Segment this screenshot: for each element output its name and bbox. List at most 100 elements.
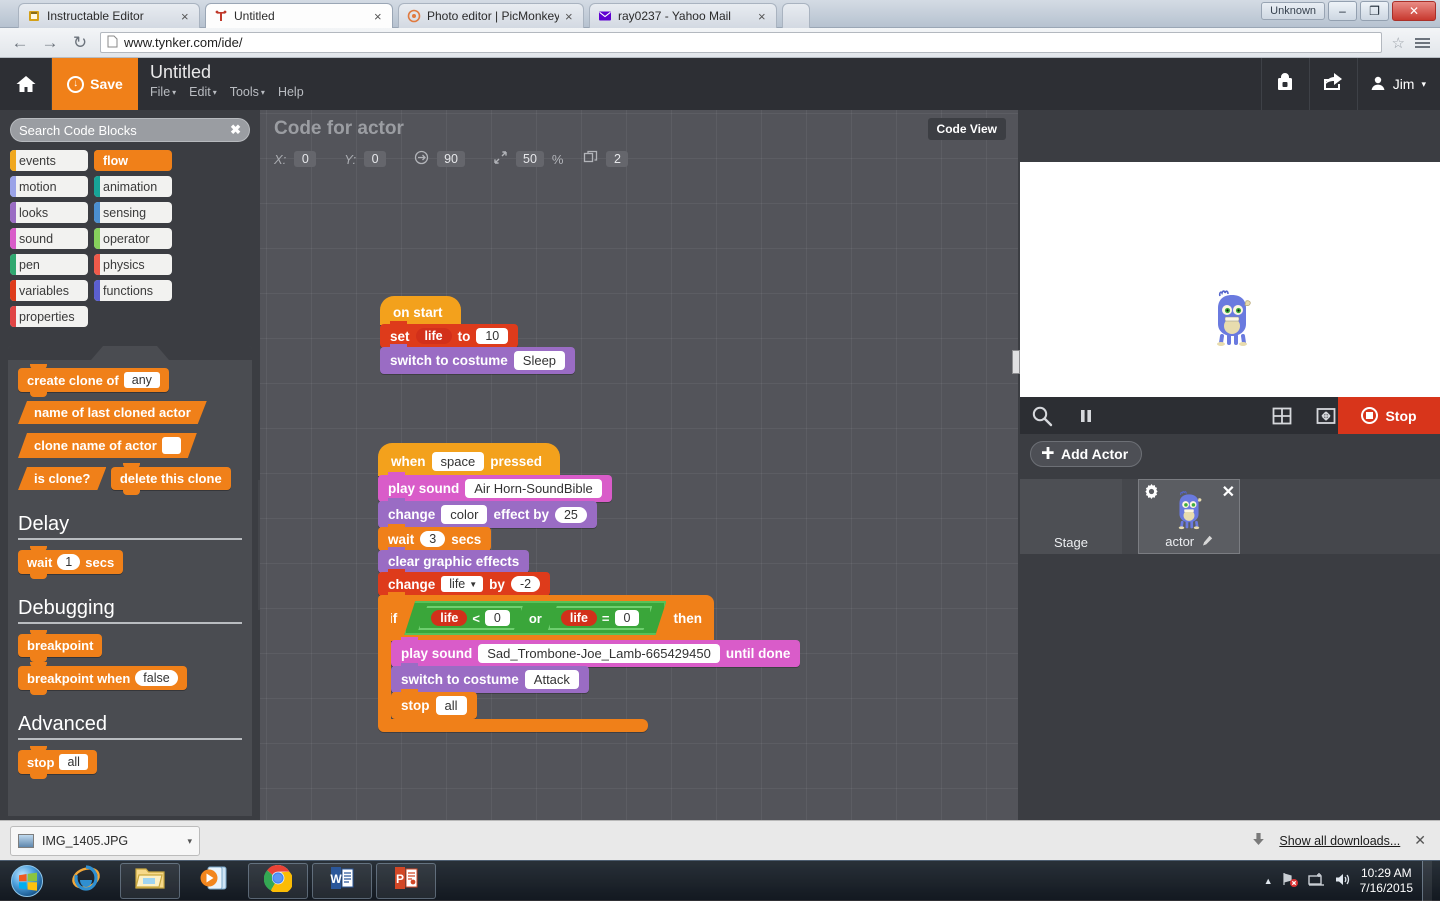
search-input[interactable]: Search Code Blocks ✖ bbox=[10, 118, 250, 142]
menu-tools[interactable]: Tools▾ bbox=[230, 85, 265, 99]
menu-help[interactable]: Help bbox=[278, 85, 304, 99]
tab-close-icon[interactable]: × bbox=[181, 10, 191, 23]
menu-edit[interactable]: Edit▾ bbox=[189, 85, 217, 99]
minimize-button[interactable]: – bbox=[1328, 1, 1357, 21]
new-tab-button[interactable] bbox=[782, 3, 810, 28]
address-bar[interactable]: www.tynker.com/ide/ bbox=[100, 32, 1382, 53]
palette-scroll-up[interactable]: ⌃ bbox=[8, 346, 252, 360]
tab-close-icon[interactable]: × bbox=[374, 10, 384, 23]
back-icon[interactable]: ← bbox=[10, 33, 30, 53]
code-view-button[interactable]: Code View bbox=[928, 118, 1006, 140]
effect-field[interactable]: color bbox=[441, 505, 487, 524]
add-actor-button[interactable]: Add Actor bbox=[1030, 441, 1142, 467]
backpack-button[interactable] bbox=[1261, 58, 1309, 110]
pencil-icon[interactable] bbox=[1202, 534, 1213, 549]
browser-tab-1[interactable]: Untitled × bbox=[205, 3, 393, 28]
menu-file[interactable]: File▾ bbox=[150, 85, 176, 99]
script-on-start[interactable]: on start set life to 10 switch to costum… bbox=[380, 296, 575, 374]
palette-block-breakpoint-when[interactable]: breakpoint when false bbox=[18, 666, 187, 690]
palette-block-breakpoint[interactable]: breakpoint bbox=[18, 634, 102, 657]
script-when-key-pressed[interactable]: when space pressed play sound Air Horn-S… bbox=[378, 443, 800, 732]
gear-icon[interactable] bbox=[1143, 483, 1160, 505]
category-events[interactable]: events bbox=[10, 150, 88, 171]
tab-close-icon[interactable]: × bbox=[758, 10, 768, 23]
close-window-button[interactable]: ✕ bbox=[1392, 1, 1436, 21]
palette-block-clone-name[interactable]: clone name of actor bbox=[18, 433, 197, 458]
show-desktop-button[interactable] bbox=[1422, 861, 1432, 901]
tile-stage[interactable]: Stage bbox=[1020, 479, 1122, 554]
change-amount-field[interactable]: -2 bbox=[511, 576, 540, 592]
reload-icon[interactable]: ↻ bbox=[70, 33, 90, 53]
volume-icon[interactable] bbox=[1334, 872, 1351, 891]
palette-block-is-clone[interactable]: is clone? bbox=[18, 467, 106, 490]
show-hidden-icons-button[interactable]: ▲ bbox=[1264, 876, 1273, 886]
boolean-or[interactable]: life < 0 or life = 0 bbox=[404, 601, 666, 635]
show-all-downloads-link[interactable]: Show all downloads... bbox=[1279, 834, 1400, 848]
direction-value[interactable]: 90 bbox=[437, 151, 465, 167]
stop-target-field[interactable]: all bbox=[436, 696, 467, 715]
palette-block-wait[interactable]: wait 1 secs bbox=[18, 550, 123, 574]
category-functions[interactable]: functions bbox=[94, 280, 172, 301]
category-sound[interactable]: sound bbox=[10, 228, 88, 249]
close-icon[interactable]: ✕ bbox=[1222, 482, 1235, 502]
taskbar-google-chrome[interactable] bbox=[248, 863, 308, 899]
block-switch-costume[interactable]: switch to costume Sleep bbox=[380, 347, 575, 374]
category-variables[interactable]: variables bbox=[10, 280, 88, 301]
tile-actor[interactable]: ✕ actor bbox=[1138, 479, 1240, 554]
bookmark-star-icon[interactable]: ☆ bbox=[1392, 34, 1405, 52]
category-motion[interactable]: motion bbox=[10, 176, 88, 197]
taskbar-microsoft-powerpoint[interactable]: P bbox=[376, 863, 436, 899]
costume-field[interactable]: Sleep bbox=[514, 351, 565, 370]
category-sensing[interactable]: sensing bbox=[94, 202, 172, 223]
category-physics[interactable]: physics bbox=[94, 254, 172, 275]
key-field[interactable]: space bbox=[432, 452, 485, 471]
compare-value-field[interactable]: 0 bbox=[485, 610, 510, 626]
stop-target-field[interactable]: all bbox=[59, 754, 88, 770]
category-operator[interactable]: operator bbox=[94, 228, 172, 249]
costume-field[interactable]: Attack bbox=[525, 670, 579, 689]
sound-field[interactable]: Air Horn-SoundBible bbox=[465, 479, 602, 498]
variable-reporter[interactable]: life bbox=[431, 610, 467, 626]
variable-name-field[interactable]: life bbox=[416, 328, 452, 344]
category-flow[interactable]: flow bbox=[94, 150, 172, 171]
block-switch-costume[interactable]: switch to costume Attack bbox=[391, 666, 589, 693]
browser-tab-2[interactable]: Photo editor | PicMonkey: × bbox=[398, 3, 584, 28]
boolean-equals[interactable]: life = 0 bbox=[548, 606, 653, 630]
taskbar-windows-media-player[interactable] bbox=[184, 863, 244, 899]
palette-block-delete-clone[interactable]: delete this clone bbox=[111, 467, 231, 490]
browser-menu-icon[interactable] bbox=[1415, 38, 1430, 48]
save-button[interactable]: ↓ Save bbox=[52, 58, 138, 110]
wait-seconds-field[interactable]: 1 bbox=[57, 554, 80, 570]
x-value[interactable]: 0 bbox=[294, 151, 316, 167]
stage[interactable] bbox=[1020, 162, 1440, 397]
if-then-header[interactable]: if life < 0 or life = 0 bbox=[378, 595, 714, 641]
search-icon[interactable] bbox=[1020, 405, 1064, 427]
size-value[interactable]: 50 bbox=[516, 151, 544, 167]
effect-amount-field[interactable]: 25 bbox=[555, 507, 587, 523]
close-downloads-bar-icon[interactable]: ✕ bbox=[1414, 832, 1426, 849]
network-error-icon[interactable] bbox=[1282, 872, 1299, 891]
category-pen[interactable]: pen bbox=[10, 254, 88, 275]
hat-block-when-key-pressed[interactable]: when space pressed bbox=[378, 443, 560, 476]
action-center-icon[interactable] bbox=[1308, 872, 1325, 891]
block-play-sound[interactable]: play sound Air Horn-SoundBible bbox=[378, 475, 612, 502]
stop-button[interactable]: Stop bbox=[1338, 397, 1440, 434]
category-properties[interactable]: properties bbox=[10, 306, 88, 327]
restore-button[interactable]: ❐ bbox=[1360, 1, 1389, 21]
download-item[interactable]: IMG_1405.JPG ▾ bbox=[10, 826, 200, 856]
boolean-less-than[interactable]: life < 0 bbox=[418, 606, 523, 630]
taskbar-clock[interactable]: 10:29 AM 7/16/2015 bbox=[1360, 866, 1413, 896]
pause-icon[interactable] bbox=[1064, 408, 1108, 424]
clone-name-field[interactable] bbox=[162, 437, 181, 454]
forward-icon[interactable]: → bbox=[40, 33, 60, 53]
block-stop[interactable]: stop all bbox=[391, 692, 477, 719]
set-value-field[interactable]: 10 bbox=[476, 328, 508, 344]
tab-close-icon[interactable]: × bbox=[565, 10, 575, 23]
share-button[interactable] bbox=[1309, 58, 1357, 110]
block-change-effect[interactable]: change color effect by 25 bbox=[378, 501, 597, 528]
block-play-sound-until-done[interactable]: play sound Sad_Trombone-Joe_Lamb-6654294… bbox=[391, 640, 800, 667]
variable-dropdown[interactable]: life ▼ bbox=[441, 576, 483, 592]
block-if-then[interactable]: if life < 0 or life = 0 bbox=[378, 595, 800, 732]
palette-block-create-clone[interactable]: create clone of any bbox=[18, 368, 169, 392]
user-menu[interactable]: Jim ▾ bbox=[1357, 58, 1440, 110]
